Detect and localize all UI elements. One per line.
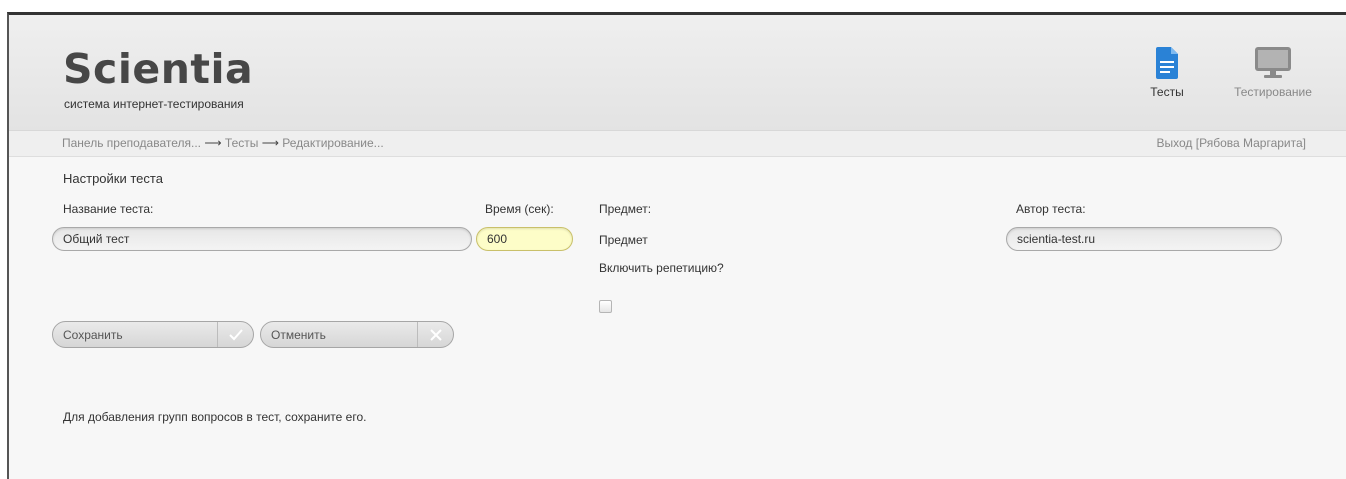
time-input[interactable] (476, 227, 573, 251)
repetition-checkbox[interactable] (599, 300, 612, 313)
time-label: Время (сек): (485, 202, 554, 216)
nav-testing-label: Тестирование (1234, 85, 1312, 99)
header: Scientia система интернет-тестирования Т… (9, 15, 1346, 131)
save-button-label: Сохранить (63, 328, 123, 342)
breadcrumb: Панель преподавателя... ⟶ Тесты ⟶ Редакт… (62, 136, 384, 150)
document-icon (1156, 47, 1178, 79)
breadcrumb-editing: Редактирование... (282, 136, 384, 150)
logo-subtitle: система интернет-тестирования (64, 97, 244, 111)
test-name-label: Название теста: (63, 202, 154, 216)
cancel-button-label: Отменить (271, 328, 326, 342)
nav-tests-label: Тесты (1150, 85, 1184, 99)
breadcrumb-tests[interactable]: Тесты (225, 136, 258, 150)
breadcrumb-separator: ⟶ (204, 136, 222, 150)
repetition-label: Включить репетицию? (599, 261, 724, 275)
nav-testing[interactable]: Тестирование (1219, 47, 1327, 99)
breadcrumb-teacher-panel[interactable]: Панель преподавателя... (62, 136, 201, 150)
author-label: Автор теста: (1016, 202, 1086, 216)
monitor-icon (1255, 47, 1291, 78)
checkmark-icon (217, 322, 253, 347)
app-window: Scientia система интернет-тестирования Т… (7, 12, 1346, 479)
save-hint-text: Для добавления групп вопросов в тест, со… (63, 410, 367, 424)
test-name-input[interactable] (52, 227, 472, 251)
breadcrumb-bar: Панель преподавателя... ⟶ Тесты ⟶ Редакт… (9, 131, 1346, 157)
save-button[interactable]: Сохранить (52, 321, 254, 348)
subject-label: Предмет: (599, 202, 652, 216)
logo[interactable]: Scientia (63, 49, 253, 90)
breadcrumb-separator: ⟶ (261, 136, 279, 150)
author-input[interactable] (1006, 227, 1282, 251)
nav-tests[interactable]: Тесты (1143, 47, 1191, 99)
logout-link[interactable]: Выход [Рябова Маргарита] (1157, 136, 1306, 150)
subject-value[interactable]: Предмет (599, 233, 648, 247)
close-icon (417, 322, 453, 347)
section-title: Настройки теста (63, 171, 163, 186)
cancel-button[interactable]: Отменить (260, 321, 454, 348)
